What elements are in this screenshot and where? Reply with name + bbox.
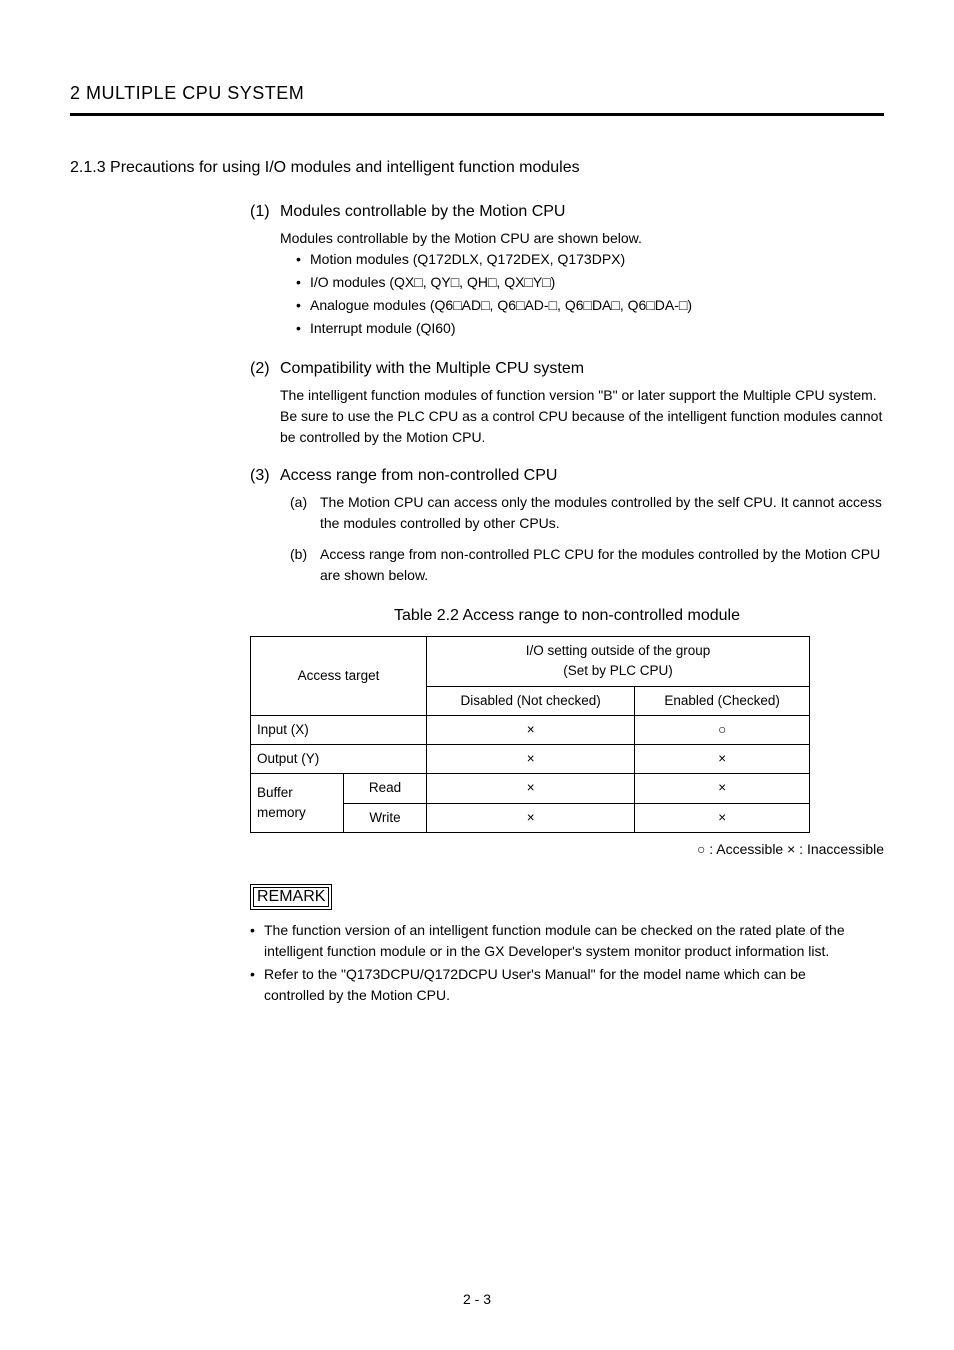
sub-text: The Motion CPU can access only the modul… xyxy=(320,492,884,534)
td-enabled: × xyxy=(635,774,810,803)
bullet-dot-icon: • xyxy=(296,295,310,316)
page: 2 MULTIPLE CPU SYSTEM 2.1.3 Precautions … xyxy=(0,0,954,1350)
bullet-text: Interrupt module (QI60) xyxy=(310,318,456,339)
table-row: Input (X) × ○ xyxy=(251,715,810,744)
content-block: (1) Modules controllable by the Motion C… xyxy=(250,200,884,860)
item-2: (2) Compatibility with the Multiple CPU … xyxy=(250,357,884,448)
item-number: (3) xyxy=(250,464,280,586)
bullet-list: • Motion modules (Q172DLX, Q172DEX, Q173… xyxy=(296,249,884,339)
item-desc: Modules controllable by the Motion CPU a… xyxy=(280,228,884,249)
td-disabled: × xyxy=(427,803,635,832)
bullet-item: • The function version of an intelligent… xyxy=(250,920,850,962)
td-enabled: × xyxy=(635,745,810,774)
header-rule xyxy=(70,113,884,116)
item-desc: The intelligent function modules of func… xyxy=(280,385,884,448)
item-heading: Compatibility with the Multiple CPU syst… xyxy=(280,357,884,381)
bullet-dot-icon: • xyxy=(296,272,310,293)
td-label: Output (Y) xyxy=(251,745,427,774)
td-disabled: × xyxy=(427,774,635,803)
bullet-dot-icon: • xyxy=(296,249,310,270)
table-legend-wrap: ○ : Accessible × : Inaccessible xyxy=(250,839,884,860)
item-heading: Access range from non-controlled CPU xyxy=(280,464,884,488)
th-enabled: Enabled (Checked) xyxy=(635,686,810,715)
sub-item-a: (a) The Motion CPU can access only the m… xyxy=(290,492,884,534)
td-enabled: ○ xyxy=(635,715,810,744)
item-body: Compatibility with the Multiple CPU syst… xyxy=(280,357,884,448)
item-body: Access range from non-controlled CPU (a)… xyxy=(280,464,884,586)
bullet-item: • Refer to the "Q173DCPU/Q172DCPU User's… xyxy=(250,964,850,1006)
remark-section: REMARK • The function version of an inte… xyxy=(250,860,850,1006)
item-1: (1) Modules controllable by the Motion C… xyxy=(250,200,884,341)
td-sublabel: Write xyxy=(344,803,427,832)
th-group-sub: (Set by PLC CPU) xyxy=(433,661,803,681)
bullet-text: Analogue modules (Q6□AD□, Q6□AD-□, Q6□DA… xyxy=(310,295,692,316)
td-sublabel: Read xyxy=(344,774,427,803)
th-access-target: Access target xyxy=(251,637,427,716)
bullet-item: • I/O modules (QX□, QY□, QH□, QX□Y□) xyxy=(296,272,884,293)
sub-text: Access range from non-controlled PLC CPU… xyxy=(320,544,884,586)
page-footer: 2 - 3 xyxy=(0,1289,954,1310)
bullet-text: Motion modules (Q172DLX, Q172DEX, Q173DP… xyxy=(310,249,625,270)
bullet-dot-icon: • xyxy=(250,920,264,962)
bullet-dot-icon: • xyxy=(296,318,310,339)
remark-title: REMARK xyxy=(257,888,325,905)
td-disabled: × xyxy=(427,715,635,744)
th-disabled: Disabled (Not checked) xyxy=(427,686,635,715)
td-label-group: Buffer memory xyxy=(251,774,344,833)
bullet-item: • Analogue modules (Q6□AD□, Q6□AD-□, Q6□… xyxy=(296,295,884,316)
item-heading: Modules controllable by the Motion CPU xyxy=(280,200,884,224)
sub-label: (a) xyxy=(290,492,320,534)
th-group-top: I/O setting outside of the group xyxy=(433,641,803,661)
th-group: I/O setting outside of the group (Set by… xyxy=(427,637,810,687)
item-3: (3) Access range from non-controlled CPU… xyxy=(250,464,884,586)
table-legend: ○ : Accessible × : Inaccessible xyxy=(250,839,884,860)
bullet-item: • Interrupt module (QI60) xyxy=(296,318,884,339)
bullet-text: The function version of an intelligent f… xyxy=(264,920,850,962)
section-title: 2.1.3 Precautions for using I/O modules … xyxy=(70,156,884,180)
access-table: Access target I/O setting outside of the… xyxy=(250,636,810,833)
bullet-text: Refer to the "Q173DCPU/Q172DCPU User's M… xyxy=(264,964,850,1006)
item-number: (2) xyxy=(250,357,280,448)
table-row: Buffer memory Read × × xyxy=(251,774,810,803)
remark-box: REMARK xyxy=(250,884,332,910)
item-body: Modules controllable by the Motion CPU M… xyxy=(280,200,884,341)
td-disabled: × xyxy=(427,745,635,774)
bullet-text: I/O modules (QX□, QY□, QH□, QX□Y□) xyxy=(310,272,555,293)
table-caption: Table 2.2 Access range to non-controlled… xyxy=(250,604,884,628)
bullet-dot-icon: • xyxy=(250,964,264,1006)
sub-label: (b) xyxy=(290,544,320,586)
chapter-header: 2 MULTIPLE CPU SYSTEM xyxy=(70,80,884,107)
table-row: Output (Y) × × xyxy=(251,745,810,774)
item-number: (1) xyxy=(250,200,280,341)
bullet-item: • Motion modules (Q172DLX, Q172DEX, Q173… xyxy=(296,249,884,270)
table-row: Access target I/O setting outside of the… xyxy=(251,637,810,687)
td-label: Input (X) xyxy=(251,715,427,744)
sub-item-b: (b) Access range from non-controlled PLC… xyxy=(290,544,884,586)
td-enabled: × xyxy=(635,803,810,832)
